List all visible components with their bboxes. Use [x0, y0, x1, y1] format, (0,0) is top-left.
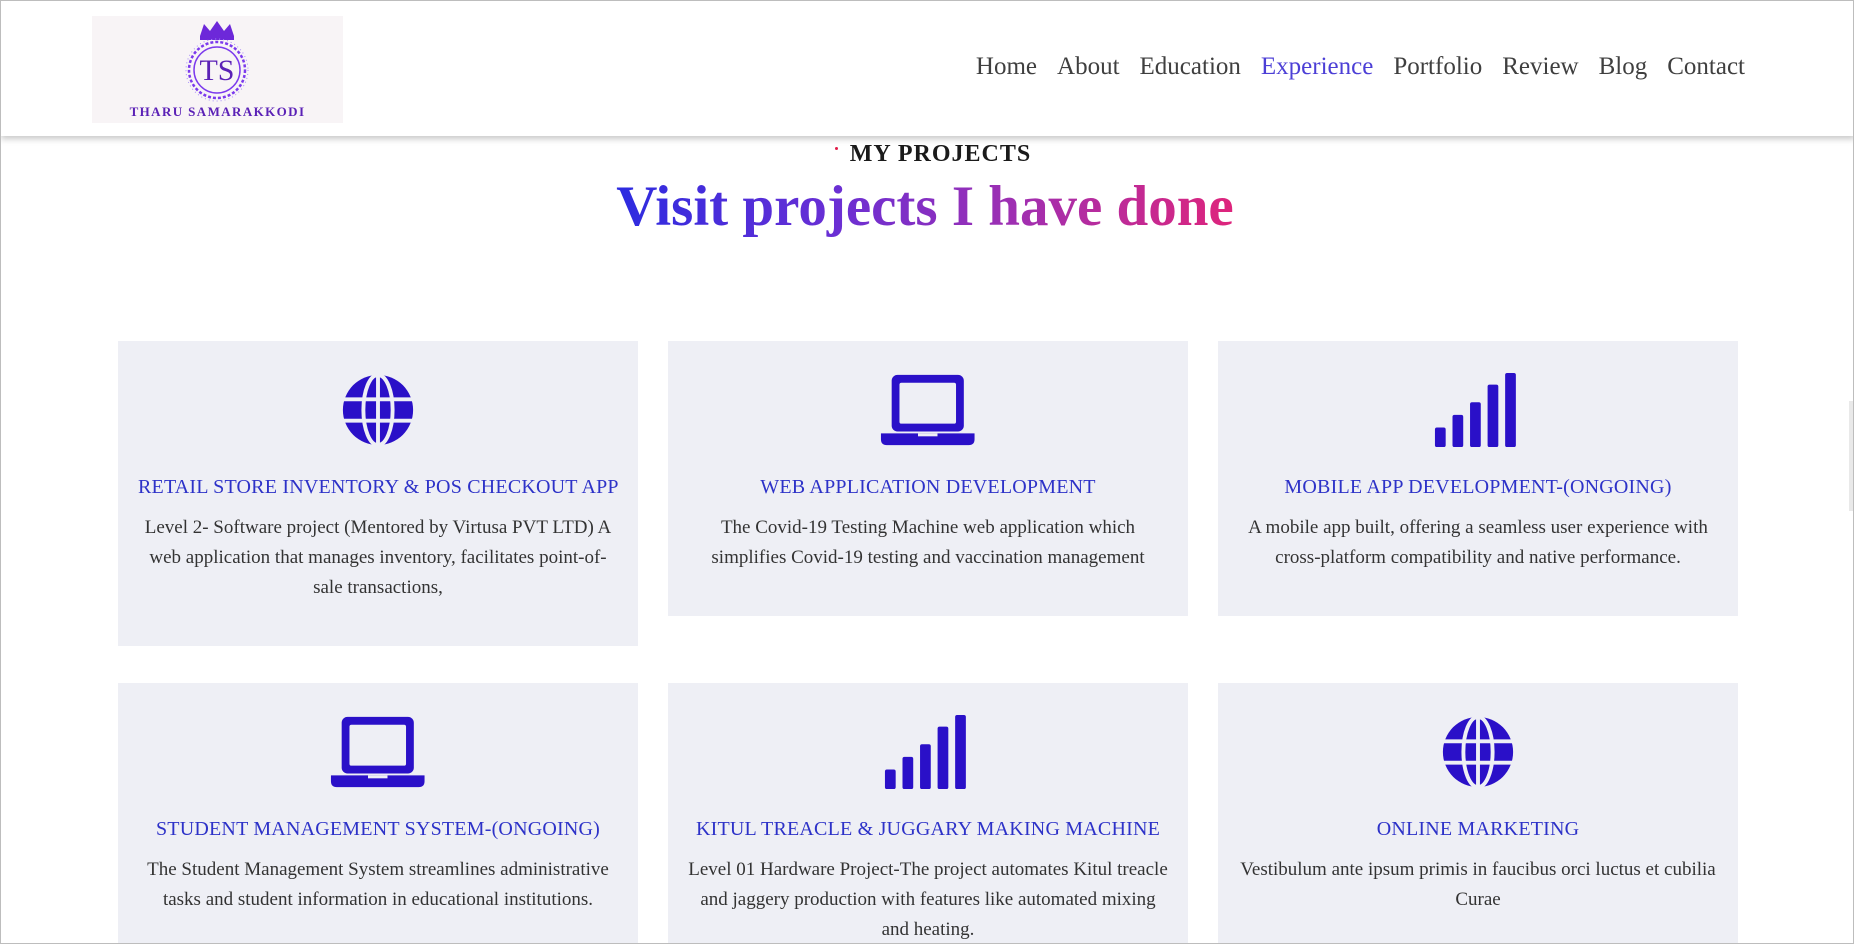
- signal-bars-icon: [1435, 372, 1517, 448]
- site-logo[interactable]: TS THARU SAMARAKKODI: [92, 16, 343, 123]
- project-title: RETAIL STORE INVENTORY & POS CHECKOUT AP…: [138, 476, 619, 498]
- project-card[interactable]: MOBILE APP DEVELOPMENT-(ONGOING) A mobil…: [1218, 341, 1738, 616]
- section-eyebrow: MY PROJECTS: [834, 141, 1032, 168]
- nav-portfolio[interactable]: Portfolio: [1383, 53, 1492, 81]
- nav-review[interactable]: Review: [1492, 53, 1588, 81]
- project-title: WEB APPLICATION DEVELOPMENT: [760, 476, 1096, 498]
- scrollbar[interactable]: [1849, 401, 1853, 511]
- signal-bars-icon: [885, 714, 967, 790]
- laptop-icon: [331, 716, 425, 788]
- project-card[interactable]: WEB APPLICATION DEVELOPMENT The Covid-19…: [668, 341, 1188, 616]
- nav-contact[interactable]: Contact: [1657, 53, 1755, 81]
- logo-monogram: TS: [199, 54, 234, 87]
- project-title: ONLINE MARKETING: [1376, 818, 1580, 840]
- project-card[interactable]: STUDENT MANAGEMENT SYSTEM-(ONGOING) The …: [118, 683, 638, 943]
- globe-icon: [342, 372, 414, 448]
- logo-text: THARU SAMARAKKODI: [129, 104, 306, 119]
- nav-about[interactable]: About: [1047, 53, 1130, 81]
- project-description: The Covid-19 Testing Machine web applica…: [711, 517, 1145, 568]
- project-description: A mobile app built, offering a seamless …: [1248, 517, 1708, 568]
- project-description: Level 2- Software project (Mentored by V…: [144, 517, 612, 598]
- eyebrow-dot-icon: [834, 147, 838, 150]
- project-card[interactable]: ONLINE MARKETING Vestibulum ante ipsum p…: [1218, 683, 1738, 943]
- project-card[interactable]: RETAIL STORE INVENTORY & POS CHECKOUT AP…: [118, 341, 638, 646]
- logo-emblem-icon: TS: [185, 21, 249, 102]
- project-title: STUDENT MANAGEMENT SYSTEM-(ONGOING): [155, 818, 601, 840]
- project-title: KITUL TREACLE & JUGGARY MAKING MACHINE: [695, 818, 1161, 840]
- project-description: The Student Management System streamline…: [147, 859, 609, 910]
- globe-icon: [1442, 714, 1514, 790]
- page: TS THARU SAMARAKKODI Home About Educatio…: [0, 0, 1854, 944]
- section-title: Visit projects I have done: [616, 174, 1239, 239]
- nav-blog[interactable]: Blog: [1589, 53, 1658, 81]
- project-card[interactable]: KITUL TREACLE & JUGGARY MAKING MACHINE L…: [668, 683, 1188, 943]
- project-description: Vestibulum ante ipsum primis in faucibus…: [1240, 859, 1716, 910]
- section-eyebrow-text: MY PROJECTS: [849, 141, 1032, 167]
- project-description: Level 01 Hardware Project-The project au…: [688, 859, 1168, 940]
- projects-section-header: MY PROJECTS Visit projects I have done: [1, 141, 1853, 239]
- nav-education[interactable]: Education: [1130, 53, 1251, 81]
- laptop-icon: [881, 374, 975, 446]
- main-nav: Home About Education Experience Portfoli…: [966, 53, 1755, 81]
- site-header: TS THARU SAMARAKKODI Home About Educatio…: [1, 1, 1853, 136]
- nav-experience[interactable]: Experience: [1251, 53, 1383, 81]
- project-title: MOBILE APP DEVELOPMENT-(ONGOING): [1284, 476, 1672, 498]
- nav-home[interactable]: Home: [966, 53, 1047, 81]
